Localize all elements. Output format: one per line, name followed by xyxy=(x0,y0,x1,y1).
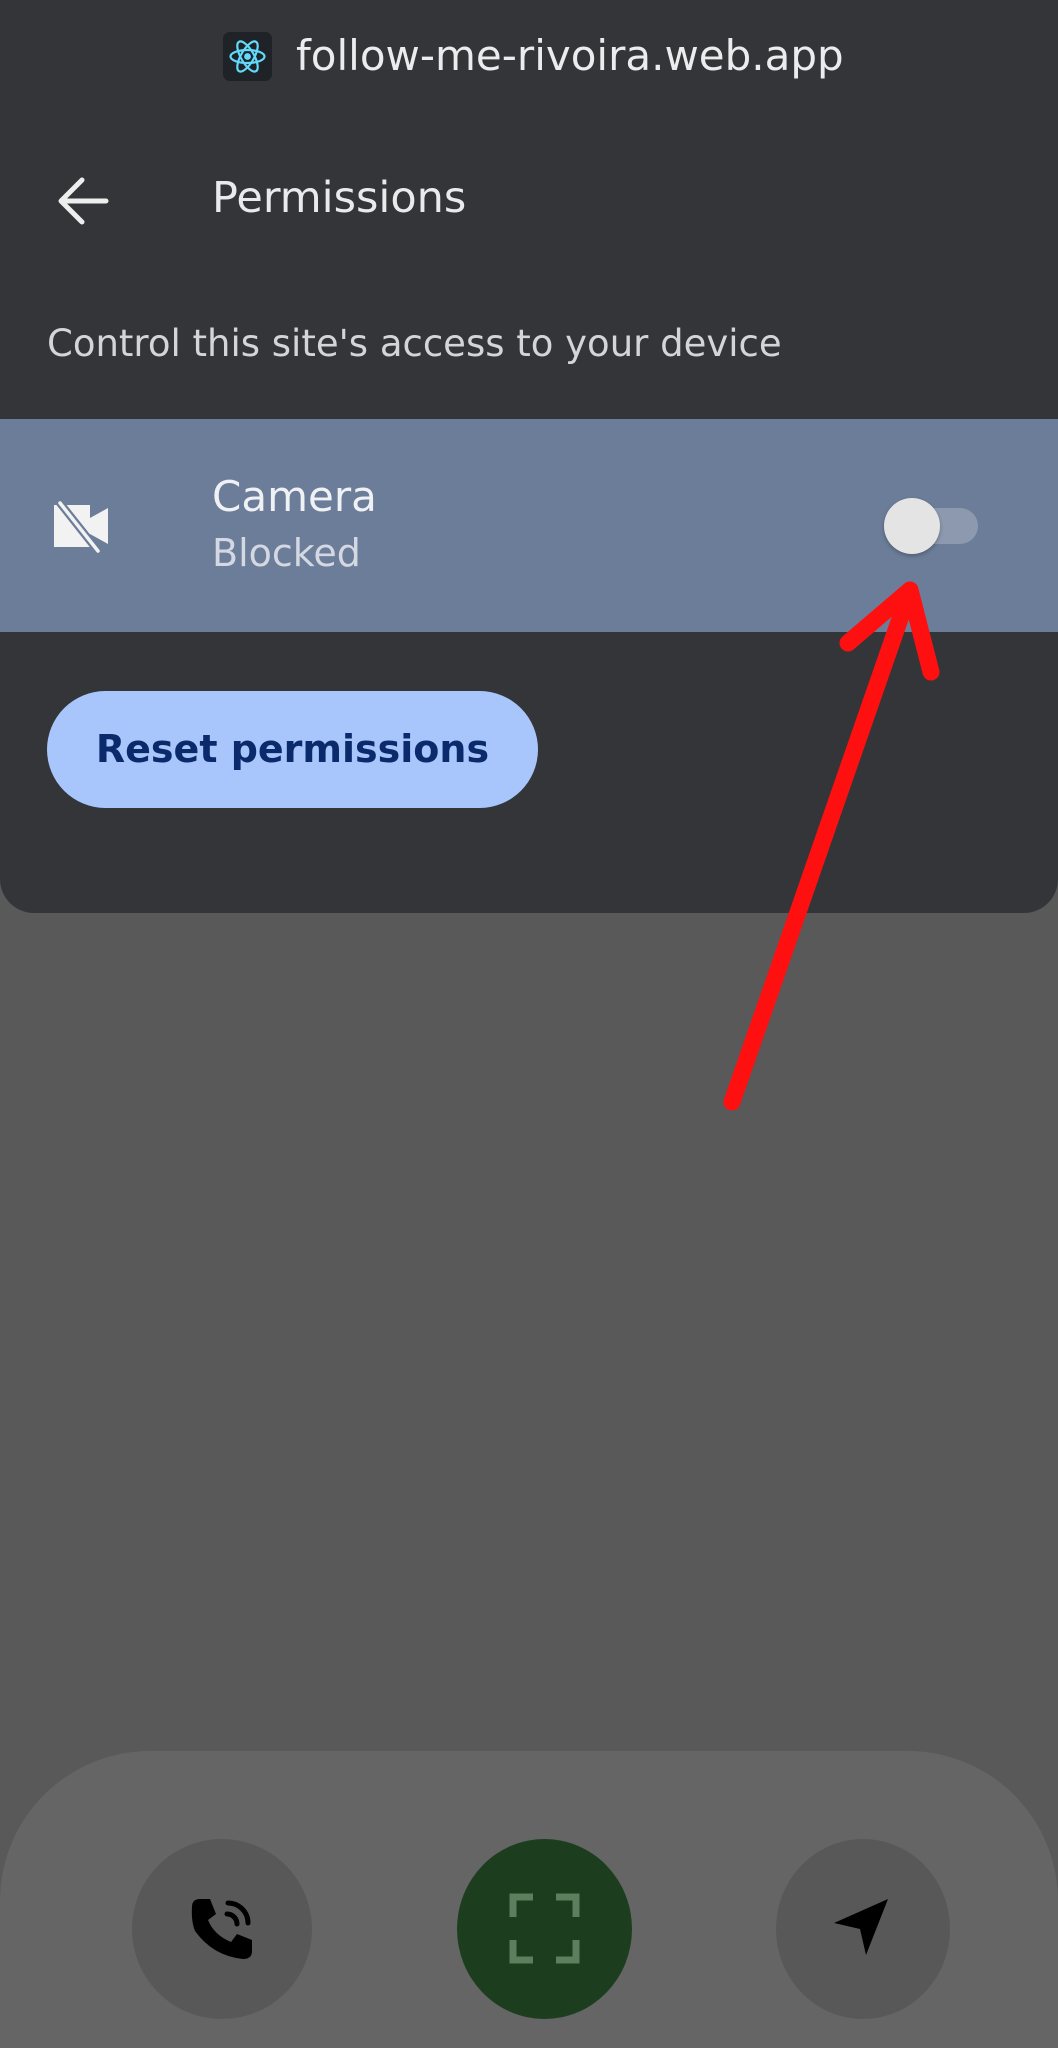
navigation-arrow-icon xyxy=(834,1899,888,1955)
scan-frame-icon xyxy=(509,1893,580,1964)
react-atom-icon xyxy=(223,32,272,81)
reset-permissions-button[interactable]: Reset permissions xyxy=(47,691,538,808)
back-button[interactable] xyxy=(40,166,126,252)
camera-off-icon xyxy=(54,499,108,553)
camera-permission-row[interactable]: Camera Blocked xyxy=(0,419,1058,632)
site-url: follow-me-rivoira.web.app xyxy=(296,31,844,80)
bottom-dock xyxy=(0,1751,1058,2048)
camera-status: Blocked xyxy=(212,531,361,575)
call-button[interactable] xyxy=(132,1839,312,2019)
phone-call-icon xyxy=(191,1899,252,1959)
title-bar: Permissions xyxy=(0,148,1058,252)
camera-toggle[interactable] xyxy=(880,496,980,556)
camera-label: Camera xyxy=(212,472,377,521)
site-permissions-sheet: follow-me-rivoira.web.app Permissions Co… xyxy=(0,0,1058,913)
page-title: Permissions xyxy=(212,173,467,223)
arrow-left-icon xyxy=(58,177,109,225)
site-header: follow-me-rivoira.web.app xyxy=(0,0,1058,112)
toggle-thumb xyxy=(884,498,940,554)
scan-button[interactable] xyxy=(457,1839,632,2019)
navigate-button[interactable] xyxy=(776,1839,950,2019)
permissions-description: Control this site's access to your devic… xyxy=(47,322,782,365)
